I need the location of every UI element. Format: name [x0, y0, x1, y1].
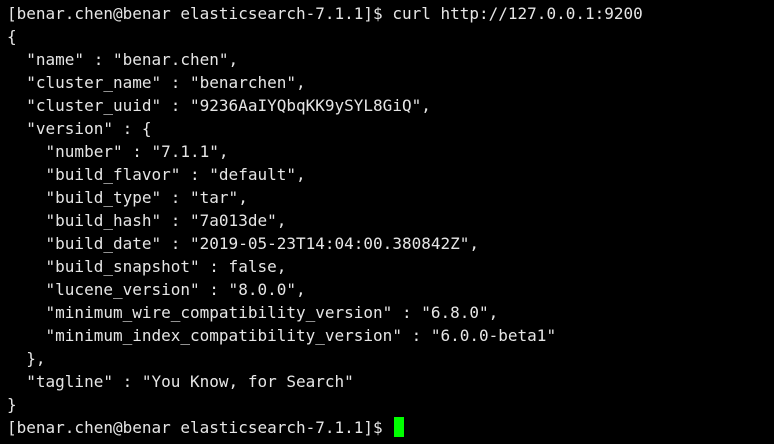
output-line: "build_type" : "tar",	[7, 188, 248, 207]
output-line: "name" : "benar.chen",	[7, 50, 239, 69]
command-text: curl http://127.0.0.1:9200	[392, 4, 643, 23]
output-line: "minimum_index_compatibility_version" : …	[7, 326, 557, 345]
shell-prompt: [benar.chen@benar elasticsearch-7.1.1]$	[7, 418, 393, 437]
output-line: "minimum_wire_compatibility_version" : "…	[7, 303, 499, 322]
command-output: { "name" : "benar.chen", "cluster_name" …	[7, 25, 774, 416]
output-line: "version" : {	[7, 119, 152, 138]
output-line: "tagline" : "You Know, for Search"	[7, 372, 354, 391]
active-prompt-line[interactable]: [benar.chen@benar elasticsearch-7.1.1]$	[7, 416, 774, 439]
output-line: "number" : "7.1.1",	[7, 142, 229, 161]
output-line: "build_hash" : "7a013de",	[7, 211, 287, 230]
output-line: "build_date" : "2019-05-23T14:04:00.3808…	[7, 234, 480, 253]
output-line: "cluster_name" : "benarchen",	[7, 73, 306, 92]
shell-prompt: [benar.chen@benar elasticsearch-7.1.1]$	[7, 4, 393, 23]
output-line: "cluster_uuid" : "9236AaIYQbqKK9ySYL8GiQ…	[7, 96, 431, 115]
output-line: "build_flavor" : "default",	[7, 165, 306, 184]
command-line: [benar.chen@benar elasticsearch-7.1.1]$ …	[7, 2, 774, 25]
output-line: }	[7, 395, 17, 414]
output-line: {	[7, 27, 17, 46]
output-line: },	[7, 349, 46, 368]
terminal-window[interactable]: [benar.chen@benar elasticsearch-7.1.1]$ …	[0, 0, 774, 444]
output-line: "build_snapshot" : false,	[7, 257, 287, 276]
text-cursor	[394, 417, 405, 437]
output-line: "lucene_version" : "8.0.0",	[7, 280, 306, 299]
